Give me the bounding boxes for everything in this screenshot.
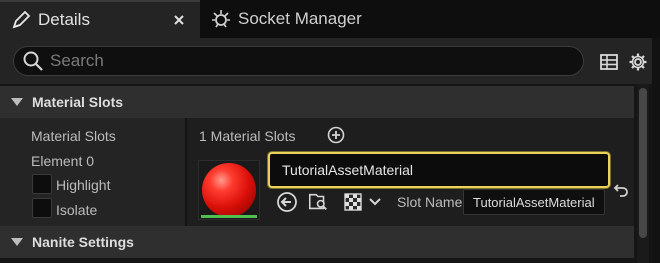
highlight-label: Highlight [56,177,111,193]
tab-details-label: Details [38,10,90,29]
chevron-down-icon[interactable] [364,191,386,213]
property-name-column: Material Slots Element 0 Highlight Isola… [0,118,185,226]
material-slots-count: 1 Material Slots [199,128,296,144]
material-preview-sphere [202,163,256,217]
gear-icon[interactable] [627,51,649,73]
category-material-slots[interactable]: Material Slots [0,86,634,118]
tab-details[interactable]: Details [0,0,200,38]
material-name: TutorialAssetMaterial [282,162,413,178]
material-slots-row-label: Material Slots [31,128,116,144]
material-slots-panel: Material Slots Element 0 Highlight Isola… [0,118,634,226]
panel-edge [652,38,660,263]
material-thumbnail[interactable] [198,160,260,220]
vertical-scrollbar[interactable] [637,84,649,263]
chevron-down-icon [11,98,23,106]
material-asset-picker[interactable]: TutorialAssetMaterial [268,152,610,188]
browse-asset-icon[interactable] [307,191,329,213]
reset-to-default-icon[interactable] [610,178,632,200]
pencil-icon [10,9,32,31]
socket-icon [210,8,232,30]
tab-socket-manager[interactable]: Socket Manager [200,0,400,38]
element-label: Element 0 [31,153,95,169]
scrollbar-thumb[interactable] [639,88,647,238]
details-toolbar [0,38,660,84]
category-material-slots-label: Material Slots [32,94,124,110]
checker-material-icon[interactable] [342,191,364,213]
search-box[interactable] [13,46,584,76]
category-nanite-settings-label: Nanite Settings [32,234,134,250]
highlight-checkbox[interactable] [32,174,52,194]
table-icon[interactable] [598,51,620,73]
slot-name-field[interactable]: TutorialAssetMaterial [463,189,605,215]
isolate-checkbox[interactable] [32,198,52,218]
search-icon [22,50,44,72]
slot-name-label: Slot Name [397,194,463,210]
tab-socket-manager-label: Socket Manager [238,9,362,28]
use-selected-asset-icon[interactable] [276,191,298,213]
slot-name-value: TutorialAssetMaterial [473,194,595,210]
thumbnail-status-bar [201,215,257,218]
chevron-down-icon [11,238,23,246]
search-input[interactable] [50,51,550,71]
category-nanite-settings[interactable]: Nanite Settings [0,226,634,258]
close-icon[interactable] [170,11,188,29]
tab-bar: Details Socket Manager [0,0,660,38]
column-divider[interactable] [185,118,187,226]
add-slot-button[interactable] [325,124,347,146]
isolate-label: Isolate [56,202,98,218]
